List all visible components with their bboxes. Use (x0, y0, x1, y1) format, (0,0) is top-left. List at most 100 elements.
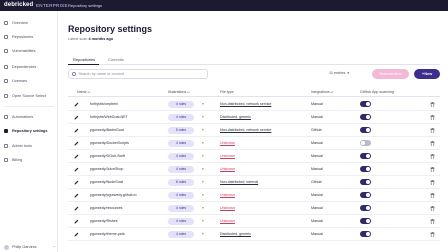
file-type-link[interactable]: Unknown (220, 206, 235, 210)
pencil-icon[interactable] (74, 115, 79, 120)
pencil-icon[interactable] (74, 180, 79, 185)
rules-badge[interactable]: 4 rules (168, 152, 194, 160)
sidebar-item-billing[interactable]: Billing (4, 155, 54, 164)
chevron-down-icon[interactable]: ▾ (202, 219, 204, 223)
chevron-down-icon[interactable]: ▾ (202, 102, 204, 106)
repository-name[interactable]: pgurwedy/DockerScripts (90, 141, 129, 145)
pencil-icon[interactable] (74, 206, 79, 211)
github-app-scanning-toggle[interactable] (360, 127, 371, 133)
sidebar-item-repository-settings[interactable]: Repository settings (4, 126, 54, 135)
sidebar-item-admin-tools[interactable]: Admin tools (4, 141, 54, 150)
trash-icon[interactable] (430, 153, 435, 160)
tab-commits[interactable]: Commits (108, 57, 124, 62)
repository-name[interactable]: forthjsfix/WebGoat.NET (90, 115, 128, 119)
chevron-down-icon[interactable]: ▾ (202, 141, 204, 145)
repository-name[interactable]: pgurwedy/resources (90, 206, 122, 210)
file-type-link[interactable]: Distributed, generic (220, 232, 251, 236)
file-type-link[interactable]: Non-distributed, network service (220, 128, 271, 132)
sidebar-item-licenses[interactable]: Licenses (4, 76, 54, 85)
github-app-scanning-toggle[interactable] (360, 192, 371, 198)
rules-badge[interactable]: 4 rules (168, 217, 194, 225)
trash-icon[interactable] (430, 231, 435, 238)
pencil-icon[interactable] (74, 102, 79, 107)
repository-name[interactable]: pgurwedy/JuiceShop (90, 167, 123, 171)
user-menu[interactable]: Philip Garcinia ⌃ (4, 243, 56, 251)
trash-icon[interactable] (430, 166, 435, 173)
rules-badge[interactable]: 4 rules (168, 113, 194, 121)
column-name[interactable]: Name (77, 90, 90, 94)
chevron-down-icon[interactable]: ▾ (202, 115, 204, 119)
rules-badge[interactable]: 5 rules (168, 126, 194, 134)
file-type-link[interactable]: Unknown (220, 141, 235, 145)
pencil-icon[interactable] (74, 232, 79, 237)
repository-name[interactable]: pgurwedy/BadmGoat (90, 128, 124, 132)
github-app-scanning-toggle[interactable] (360, 231, 371, 237)
repository-name[interactable]: pgurwedy/theme-park (90, 232, 125, 236)
sidebar-item-open-source-select[interactable]: Open Source Select (4, 91, 54, 100)
repository-name[interactable]: pgurwedy/pgurwedy.github.io (90, 193, 136, 197)
chevron-down-icon[interactable]: ▾ (202, 180, 204, 184)
trash-icon[interactable] (430, 205, 435, 212)
repository-name[interactable]: pgurwedy/NodeGoat (90, 180, 123, 184)
pencil-icon[interactable] (74, 154, 79, 159)
tab-repositories[interactable]: Repositories (73, 57, 95, 62)
column-file-type: File type (220, 90, 234, 94)
trash-icon[interactable] (430, 218, 435, 225)
file-type-link[interactable]: Distributed, generic (220, 115, 251, 119)
brand-logo[interactable]: debricked (4, 2, 33, 8)
pencil-icon[interactable] (74, 167, 79, 172)
pencil-icon[interactable] (74, 219, 79, 224)
trash-icon[interactable] (430, 192, 435, 199)
github-app-scanning-toggle[interactable] (360, 179, 371, 185)
column-illustrations[interactable]: Illustrations (168, 90, 190, 94)
github-app-scanning-toggle[interactable] (360, 153, 371, 159)
rules-badge[interactable]: 4 rules (168, 100, 194, 108)
trash-icon[interactable] (430, 140, 435, 147)
github-app-scanning-toggle[interactable] (360, 101, 371, 107)
pencil-icon[interactable] (74, 193, 79, 198)
github-app-scanning-toggle[interactable] (360, 114, 371, 120)
file-type-link[interactable]: Non-distributed, internal (220, 180, 258, 184)
repository-name[interactable]: forthjsfix/cmpbenl (90, 102, 118, 106)
rules-badge[interactable]: 4 rules (168, 165, 194, 173)
trash-icon[interactable] (430, 114, 435, 121)
column-integrations[interactable]: Integrations (311, 90, 333, 94)
trash-icon[interactable] (430, 101, 435, 108)
github-app-scanning-toggle[interactable] (360, 205, 371, 211)
sidebar-item-dependencies[interactable]: Dependencies (4, 62, 54, 71)
rules-badge[interactable]: 4 rules (168, 204, 194, 212)
rules-badge[interactable]: 4 rules (168, 230, 194, 238)
sidebar-item-overview[interactable]: Overview (4, 18, 54, 27)
file-type-link[interactable]: Non-distributed, network service (220, 102, 271, 106)
remove-item-button[interactable]: Remove item (372, 69, 409, 79)
rules-badge[interactable]: 4 rules (168, 191, 194, 199)
repository-name[interactable]: pgurwedy/Rishes (90, 219, 118, 223)
rules-badge[interactable]: 6 rules (168, 178, 194, 186)
trash-icon[interactable] (430, 179, 435, 186)
sidebar-item-automations[interactable]: Automations (4, 112, 54, 121)
sidebar-item-label: Repositories (12, 34, 34, 39)
chevron-down-icon[interactable]: ▾ (202, 206, 204, 210)
pencil-icon[interactable] (74, 128, 79, 133)
file-type-link[interactable]: Unknown (220, 193, 235, 197)
sidebar-item-vulnerabilities[interactable]: Vulnerabilities (4, 46, 54, 55)
trash-icon[interactable] (430, 127, 435, 134)
chevron-down-icon[interactable]: ▾ (202, 193, 204, 197)
github-app-scanning-toggle[interactable] (360, 218, 371, 224)
search-input[interactable]: Search by name or commit (68, 69, 208, 79)
new-button[interactable]: + New (414, 69, 440, 79)
file-type-link[interactable]: Unknown (220, 167, 235, 171)
entries-select[interactable]: 11 entries ▾ (329, 71, 349, 75)
sidebar-item-repositories[interactable]: Repositories (4, 32, 54, 41)
rules-badge[interactable]: 4 rules (168, 139, 194, 147)
chevron-down-icon[interactable]: ▾ (202, 154, 204, 158)
chevron-down-icon[interactable]: ▾ (202, 128, 204, 132)
chevron-down-icon[interactable]: ▾ (202, 232, 204, 236)
github-app-scanning-toggle[interactable] (360, 140, 371, 146)
file-type-link[interactable]: Unknown (220, 219, 235, 223)
file-type-link[interactable]: Unknown (220, 154, 235, 158)
chevron-down-icon[interactable]: ▾ (202, 167, 204, 171)
github-app-scanning-toggle[interactable] (360, 166, 371, 172)
pencil-icon[interactable] (74, 141, 79, 146)
repository-name[interactable]: pgurwedy/GOsh-Swift (90, 154, 125, 158)
